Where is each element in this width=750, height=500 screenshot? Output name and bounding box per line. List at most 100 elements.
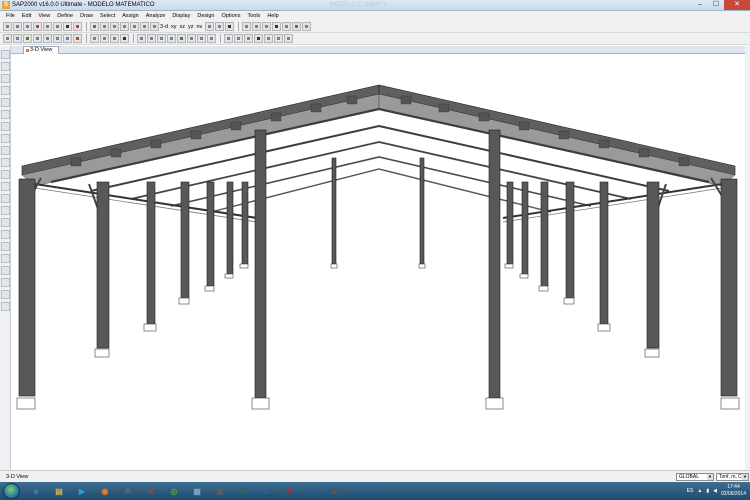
coordinate-system-select[interactable]: GLOBAL ▼ (676, 473, 714, 481)
snap-icon[interactable] (187, 34, 196, 43)
show-deformed-icon[interactable] (252, 22, 262, 31)
menu-tools[interactable]: Tools (247, 13, 260, 19)
new-file-icon[interactable] (3, 22, 12, 31)
draw-link-icon[interactable] (63, 34, 72, 43)
view-3d-button[interactable]: 3-d (160, 24, 168, 30)
app-red-icon[interactable]: ▲ (325, 483, 345, 499)
view-up-icon[interactable] (205, 22, 215, 31)
save-icon[interactable] (23, 22, 32, 31)
select-all-icon[interactable] (90, 34, 99, 43)
menu-display[interactable]: Display (172, 13, 190, 19)
draw-area-icon[interactable] (1, 110, 10, 119)
minimize-button[interactable]: – (692, 0, 708, 10)
snap-perp-icon[interactable] (1, 242, 10, 251)
draw-line-icon[interactable] (1, 86, 10, 95)
join-icon[interactable] (244, 34, 253, 43)
menu-define[interactable]: Define (57, 13, 73, 19)
draw-joint-icon[interactable] (1, 74, 10, 83)
design-icon[interactable] (292, 22, 302, 31)
clear-icon[interactable] (1, 170, 10, 179)
intersect-icon[interactable] (120, 34, 129, 43)
snap-grid-icon[interactable] (1, 266, 10, 275)
grid-icon[interactable] (242, 22, 252, 31)
run-analysis-icon[interactable] (90, 22, 99, 31)
mesh-icon[interactable] (274, 34, 283, 43)
extrude-icon[interactable] (254, 34, 263, 43)
sap2000-icon[interactable]: ⟁ (118, 483, 138, 499)
volume-icon[interactable]: ◀ (713, 488, 717, 494)
assign-release-icon[interactable] (167, 34, 176, 43)
undo-icon[interactable] (43, 22, 52, 31)
snap-line-icon[interactable] (1, 254, 10, 263)
word-icon[interactable]: W (302, 483, 322, 499)
menu-design[interactable]: Design (197, 13, 214, 19)
quick-draw-icon[interactable] (1, 122, 10, 131)
zoom-window-icon[interactable] (100, 22, 109, 31)
zoom-in-icon[interactable] (110, 22, 119, 31)
draw-solid-icon[interactable] (53, 34, 62, 43)
view-scrollbar[interactable] (745, 46, 750, 470)
divide-icon[interactable] (234, 34, 243, 43)
explorer-icon[interactable]: ▤ (49, 483, 69, 499)
menu-edit[interactable]: Edit (22, 13, 31, 19)
show-forces-icon[interactable] (262, 22, 272, 31)
autocad-icon[interactable]: A (279, 483, 299, 499)
view-xy-button[interactable]: xy (171, 24, 177, 30)
refresh-icon[interactable] (63, 22, 72, 31)
previous-icon[interactable] (1, 182, 10, 191)
media-player-icon[interactable]: ▶ (72, 483, 92, 499)
snap-end-icon[interactable] (1, 218, 10, 227)
snap-intersect-icon[interactable] (1, 230, 10, 239)
redo-icon[interactable] (53, 22, 62, 31)
lock-icon[interactable] (33, 22, 42, 31)
pencil-icon[interactable] (73, 22, 82, 31)
chrome-icon[interactable]: ◎ (164, 483, 184, 499)
section-icon[interactable] (272, 22, 282, 31)
move-icon[interactable] (284, 34, 293, 43)
draw-joint-icon[interactable] (73, 34, 82, 43)
assign-load-icon[interactable] (157, 34, 166, 43)
select-previous-icon[interactable] (100, 34, 109, 43)
tab-3d-view[interactable]: 3-D View (23, 46, 59, 54)
media-icon[interactable]: ▣ (210, 483, 230, 499)
menu-file[interactable]: File (6, 13, 15, 19)
display-options-icon[interactable] (225, 22, 235, 31)
outlook-icon[interactable]: O (256, 483, 276, 499)
menu-assign[interactable]: Assign (122, 13, 139, 19)
snap-all-icon[interactable] (1, 278, 10, 287)
app-x-icon[interactable]: X (141, 483, 161, 499)
units-select[interactable]: Tonf, m, C ▼ (716, 473, 749, 481)
draw-frame-icon[interactable] (1, 98, 10, 107)
snap-joint-icon[interactable] (1, 194, 10, 203)
firefox-icon[interactable]: ◉ (95, 483, 115, 499)
model-3d-view[interactable] (11, 54, 750, 470)
merge-icon[interactable] (264, 34, 273, 43)
lock-icon[interactable] (1, 290, 10, 299)
menu-help[interactable]: Help (267, 13, 278, 19)
network-icon[interactable]: ▮ (706, 488, 709, 494)
draw-area-icon[interactable] (43, 34, 52, 43)
frame-icon[interactable] (302, 22, 312, 31)
rotate-icon[interactable] (150, 22, 159, 31)
tray-arrow-icon[interactable]: ▲ (697, 488, 702, 494)
assign-restraint-icon[interactable] (137, 34, 146, 43)
clock[interactable]: 17:44 02/06/2014 (721, 484, 746, 498)
pointer-icon[interactable] (1, 50, 10, 59)
view-nv-button[interactable]: nv (196, 24, 202, 30)
table-icon[interactable] (282, 22, 292, 31)
select-all-icon[interactable] (1, 158, 10, 167)
pan-icon[interactable] (140, 22, 149, 31)
zoom-fit-icon[interactable] (130, 22, 139, 31)
ie-icon[interactable]: e (26, 483, 46, 499)
select-icon[interactable] (1, 146, 10, 155)
excel-icon[interactable]: X (233, 483, 253, 499)
view-yz-button[interactable]: yz (188, 24, 194, 30)
reshape-icon[interactable] (1, 62, 10, 71)
start-button[interactable] (3, 483, 20, 499)
view-xz-button[interactable]: xz (179, 24, 185, 30)
assign-section-icon[interactable] (147, 34, 156, 43)
draw-cable-icon[interactable] (33, 34, 42, 43)
snap-end-icon[interactable] (207, 34, 216, 43)
assign-group-icon[interactable] (177, 34, 186, 43)
notepad-icon[interactable]: ▦ (187, 483, 207, 499)
